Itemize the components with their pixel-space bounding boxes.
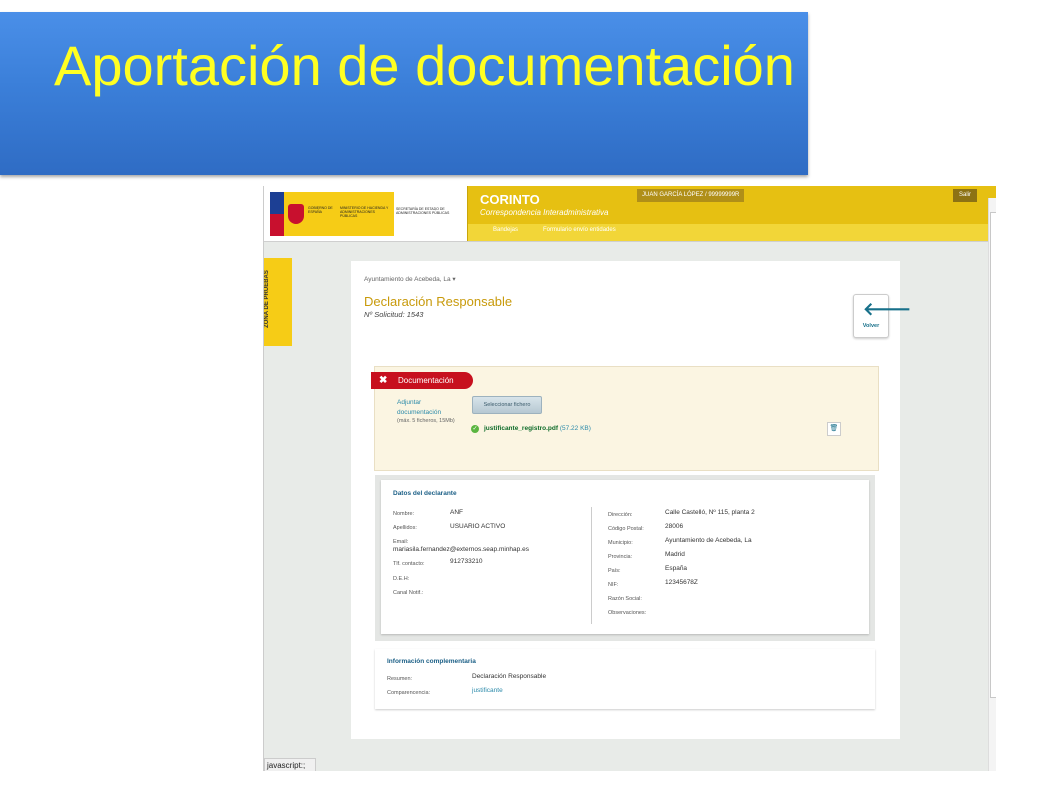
value-cp: 28006 [665, 523, 684, 530]
status-bar: javascript:; [264, 758, 316, 771]
top-header: GOBIERNO DE ESPAÑA MINISTERIO DE HACIEND… [264, 186, 996, 242]
value-telefono: 912733210 [450, 558, 483, 565]
user-badge[interactable]: JUAN GARCÍA LÓPEZ / 99999999R [637, 189, 745, 202]
check-icon: ✓ [471, 425, 479, 433]
label-email: Email: [393, 539, 409, 545]
attach-label: Adjuntar documentación [397, 399, 442, 416]
value-direccion: Calle Castelló, Nº 115, planta 2 [665, 509, 755, 516]
label-cp: Código Postal: [608, 526, 644, 532]
label-canal: Canal Notif.: [393, 590, 424, 596]
label-razon-social: Razón Social: [608, 596, 642, 602]
trash-icon[interactable]: 🗑 [827, 422, 841, 436]
label-observaciones: Observaciones: [608, 610, 647, 616]
value-nombre: ANF [450, 509, 463, 516]
complementary-card: Información complementaria Resumen: Decl… [375, 649, 875, 709]
label-provincia: Provincia: [608, 554, 633, 560]
scrollbar-thumb[interactable] [990, 212, 996, 698]
app-subtitle: Correspondencia Interadministrativa [480, 208, 609, 217]
nav-item-bandejas[interactable]: Bandejas [493, 227, 518, 233]
file-name[interactable]: justificante_registro.pdf [484, 425, 558, 432]
label-telefono: Tlf. contacto: [393, 561, 425, 567]
documentation-tab-label: Documentación [398, 376, 454, 385]
label-nif: NIF: [608, 582, 619, 588]
ministry-text: MINISTERIO DE HACIENDA Y ADMINISTRACIONE… [340, 206, 389, 218]
value-nif: 12345678Z [665, 579, 698, 586]
government-logo: GOBIERNO DE ESPAÑA MINISTERIO DE HACIEND… [270, 192, 394, 236]
app-name: CORINTO [480, 192, 540, 207]
logout-button[interactable]: Salir [953, 189, 977, 202]
request-number: Nº Solicitud: 1543 [364, 310, 424, 319]
value-municipio: Ayuntamiento de Acebeda, La [665, 537, 752, 544]
label-direccion: Dirección: [608, 512, 633, 518]
column-divider [591, 507, 592, 624]
label-resumen: Resumen: [387, 676, 413, 682]
label-municipio: Municipio: [608, 540, 633, 546]
attached-file[interactable]: justificante_registro.pdf (57.22 KB) [484, 425, 591, 432]
logo-text: GOBIERNO DE ESPAÑA [308, 206, 333, 214]
value-email: mariasila.fernandez@externos.seap.minhap… [393, 546, 529, 553]
main-panel: Ayuntamiento de Acebeda, La ▾ Declaració… [351, 261, 911, 739]
arrow-left-icon: 🡐 [863, 299, 912, 319]
value-pais: España [665, 565, 688, 572]
value-resumen: Declaración Responsable [472, 673, 547, 680]
value-provincia: Madrid [665, 551, 685, 558]
label-pais: País: [608, 568, 621, 574]
declarant-title: Datos del declarante [393, 490, 457, 497]
label-nombre: Nombre: [393, 511, 415, 517]
secretaria-text: SECRETARÍA DE ESTADO DE ADMINISTRACIONES… [396, 207, 450, 215]
select-file-button[interactable]: Seleccionar fichero [472, 396, 542, 414]
justificante-link[interactable]: justificante [472, 687, 503, 694]
app-screenshot: GOBIERNO DE ESPAÑA MINISTERIO DE HACIEND… [263, 186, 996, 771]
slide-title-banner: Aportación de documentación [0, 12, 808, 175]
flag-icon [270, 192, 284, 236]
documentation-tab: ✖ Documentación [371, 372, 473, 389]
label-apellidos: Apellidos: [393, 525, 417, 531]
label-deh: D.E.H: [393, 576, 410, 582]
slide-title: Aportación de documentación [54, 34, 795, 97]
coat-of-arms-icon [288, 204, 304, 224]
declarant-card: Datos del declarante Nombre: ANF Apellid… [381, 480, 869, 634]
test-zone-label: ZONA DE PRUEBAS [263, 270, 270, 328]
breadcrumb[interactable]: Ayuntamiento de Acebeda, La ▾ [364, 275, 456, 283]
complementary-title: Información complementaria [387, 658, 476, 665]
label-comparencencia: Comparencencia: [387, 690, 431, 696]
vertical-scrollbar[interactable] [988, 198, 996, 771]
page-title: Declaración Responsable [364, 294, 513, 309]
declarant-section: Datos del declarante Nombre: ANF Apellid… [375, 475, 875, 641]
file-size: (57.22 KB) [559, 425, 591, 432]
nav-item-formulario[interactable]: Formulario envío entidades [543, 227, 616, 233]
back-label: Volver [862, 323, 880, 329]
max-files-note: (máx. 5 ficheros, 15Mb) [397, 418, 455, 424]
test-zone-tab: ZONA DE PRUEBAS [264, 258, 292, 346]
value-apellidos: USUARIO ACTIVO [450, 523, 506, 530]
close-icon: ✖ [379, 375, 388, 386]
back-button[interactable]: 🡐 Volver [853, 294, 911, 338]
